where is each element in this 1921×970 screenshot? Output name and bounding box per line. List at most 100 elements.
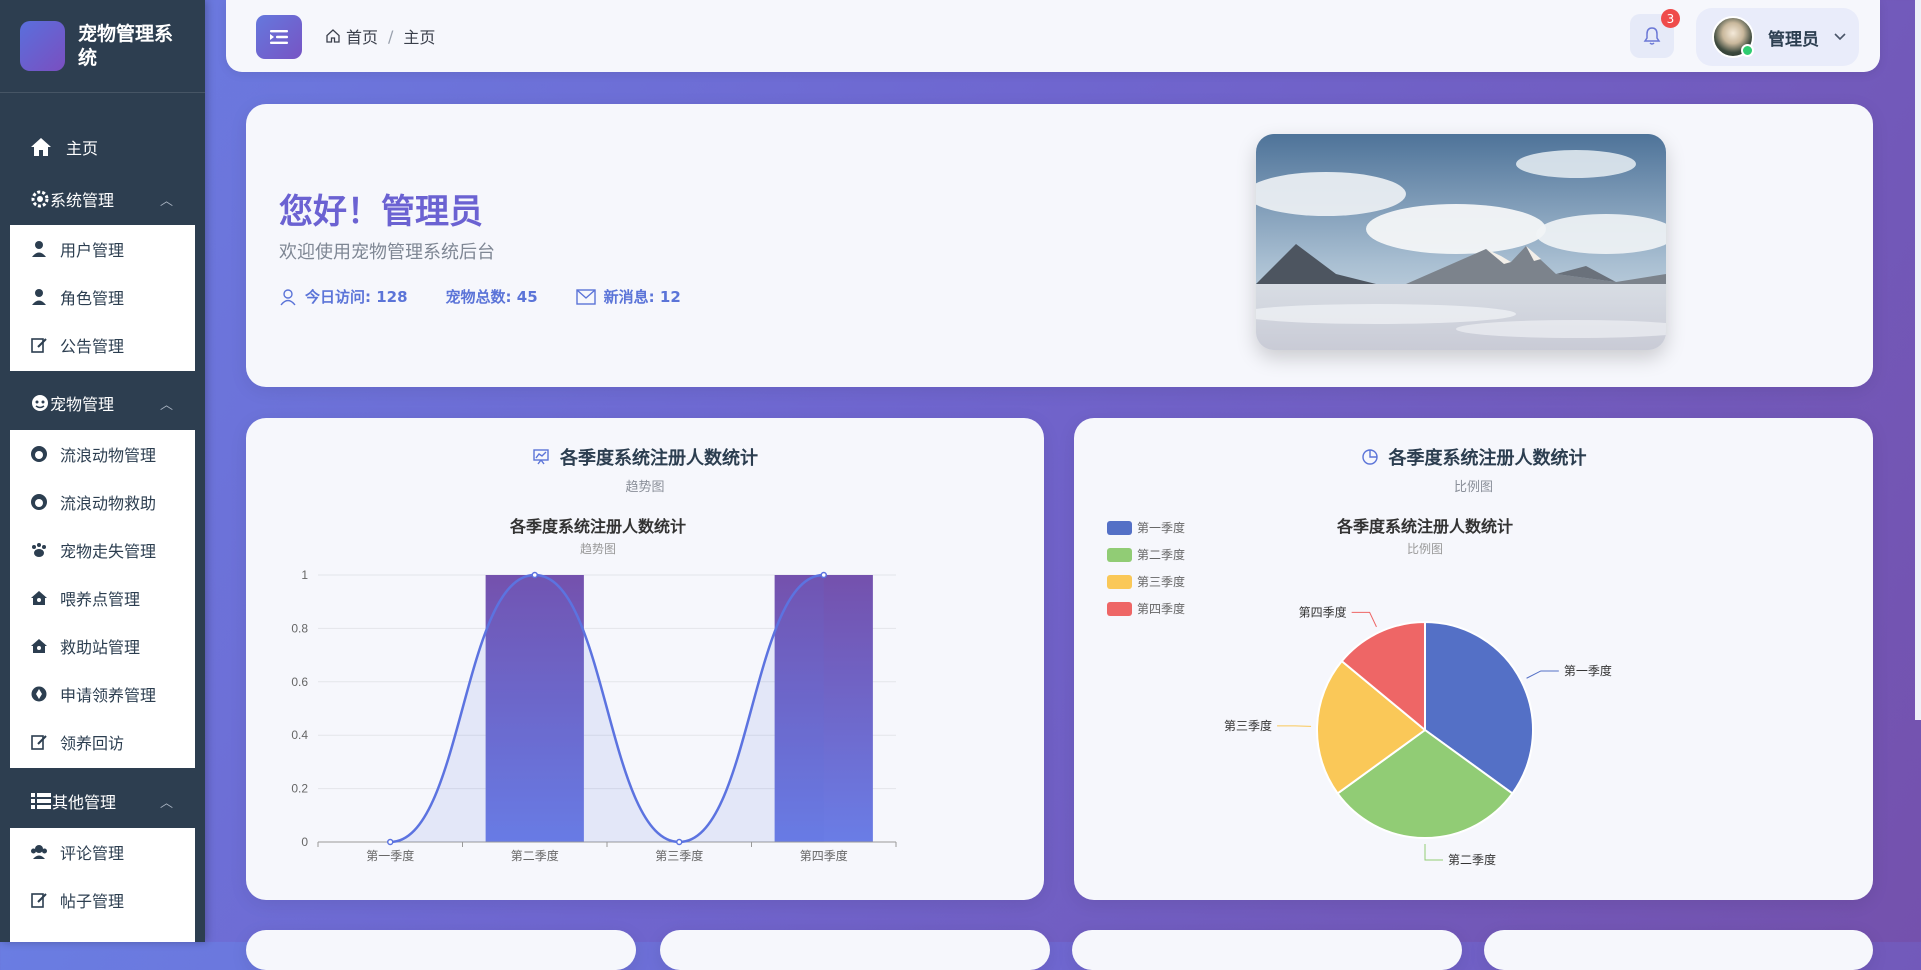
legend-swatch bbox=[1107, 575, 1132, 589]
x-tick-label: 第一季度 bbox=[366, 848, 414, 863]
brand-title: 宠物管理系统 bbox=[78, 23, 174, 69]
sidebar-item-adoption-followup[interactable]: 领养回访 bbox=[10, 718, 195, 766]
menu-toggle-button[interactable] bbox=[256, 15, 302, 59]
home-outline-icon bbox=[326, 29, 340, 43]
welcome-greeting: 您好！管理员 bbox=[279, 192, 483, 232]
sidebar-item-roles[interactable]: 角色管理 bbox=[10, 273, 195, 321]
sidebar-item-label: 用户管理 bbox=[60, 241, 125, 260]
page-scrollbar[interactable] bbox=[1915, 0, 1921, 720]
user-icon bbox=[30, 288, 48, 306]
sidebar-item-comments[interactable]: 评论管理 bbox=[10, 828, 195, 876]
sidebar-group-system[interactable]: 系统管理 ︿ bbox=[0, 178, 205, 220]
sidebar-item-label: 领养回访 bbox=[60, 734, 125, 753]
sidebar-item-notices[interactable]: 公告管理 bbox=[10, 321, 195, 369]
stat-visits-text: 今日访问: 128 bbox=[305, 288, 408, 306]
chevron-down-icon bbox=[1833, 32, 1847, 42]
y-tick-label: 0.2 bbox=[291, 782, 308, 796]
pie-label-line bbox=[1526, 670, 1559, 679]
stat-pets-text: 宠物总数: 45 bbox=[445, 288, 538, 306]
legend-label: 第三季度 bbox=[1137, 574, 1185, 589]
pie-label: 第一季度 bbox=[1564, 663, 1612, 678]
sidebar-item-label: 公告管理 bbox=[60, 337, 125, 356]
stat-messages: 新消息: 12 bbox=[575, 286, 681, 307]
submenu-system: 用户管理 角色管理 公告管理 bbox=[10, 225, 195, 371]
pie-label: 第二季度 bbox=[1448, 852, 1496, 867]
edit-icon bbox=[30, 891, 48, 909]
pie-label: 第四季度 bbox=[1299, 604, 1347, 619]
x-tick-label: 第四季度 bbox=[800, 848, 848, 863]
mail-icon bbox=[575, 288, 604, 305]
sidebar-item-users[interactable]: 用户管理 bbox=[10, 225, 195, 273]
compass-icon bbox=[30, 685, 48, 703]
legend-label: 第四季度 bbox=[1137, 601, 1185, 616]
brand-logo bbox=[20, 21, 65, 71]
legend-swatch bbox=[1107, 602, 1132, 616]
pie-label-line bbox=[1277, 725, 1312, 727]
sidebar-item-label: 主页 bbox=[66, 139, 99, 158]
pie-label-line bbox=[1351, 611, 1377, 628]
sidebar-item-home[interactable]: 主页 bbox=[0, 128, 205, 166]
y-tick-label: 0.6 bbox=[291, 675, 308, 689]
welcome-landscape-image bbox=[1256, 134, 1666, 350]
sidebar-item-label: 喂养点管理 bbox=[60, 590, 141, 609]
avatar bbox=[1712, 16, 1754, 58]
pie-label: 第三季度 bbox=[1224, 718, 1272, 733]
legend-label: 第一季度 bbox=[1137, 520, 1185, 535]
sidebar-item-label: 帖子管理 bbox=[60, 892, 125, 911]
bottom-card bbox=[1484, 930, 1873, 970]
stat-pets: 宠物总数: 45 bbox=[446, 286, 538, 307]
user-menu[interactable]: 管理员 bbox=[1696, 8, 1859, 66]
sidebar-item-adoption-requests[interactable]: 申请领养管理 bbox=[10, 670, 195, 718]
sidebar-item-rescue-stations[interactable]: 救助站管理 bbox=[10, 622, 195, 670]
x-tick-label: 第二季度 bbox=[511, 848, 559, 863]
sidebar-item-label: 流浪动物管理 bbox=[60, 446, 157, 465]
sidebar-group-pets[interactable]: 宠物管理 ︿ bbox=[0, 382, 205, 424]
y-tick-label: 0 bbox=[301, 835, 308, 849]
sidebar-item-label: 流浪动物救助 bbox=[60, 494, 157, 513]
sidebar-group-label: 其他管理 bbox=[52, 793, 117, 812]
sidebar-item-label: 角色管理 bbox=[60, 289, 125, 308]
user-outline-icon bbox=[279, 288, 305, 306]
online-status-dot bbox=[1741, 44, 1754, 57]
line-point-2 bbox=[531, 571, 538, 579]
pet-icon bbox=[30, 393, 50, 413]
house-icon bbox=[30, 589, 48, 607]
sidebar-group-label: 系统管理 bbox=[50, 191, 115, 210]
ratio-chart-card: 各季度系统注册人数统计 比例图 各季度系统注册人数统计 比例图 第一季度 第二季度 第三… bbox=[1074, 418, 1873, 900]
breadcrumb-home-link[interactable]: 首页 bbox=[346, 24, 378, 48]
bottom-card bbox=[1072, 930, 1462, 970]
sidebar-item-stray-animals[interactable]: 流浪动物管理 bbox=[10, 430, 195, 478]
chart-subtitle: 比例图 bbox=[1407, 542, 1443, 556]
sidebar-item-feeding-points[interactable]: 喂养点管理 bbox=[10, 574, 195, 622]
line-point-3 bbox=[676, 838, 683, 846]
edit-icon bbox=[30, 733, 48, 751]
pie-chart: 各季度系统注册人数统计比例图第一季度第二季度第三季度第四季度第一季度第二季度第三… bbox=[1107, 517, 1612, 867]
trend-chart-card: 各季度系统注册人数统计 趋势图 各季度系统注册人数统计 趋势图 0 0.2 0.4 0.6… bbox=[246, 418, 1044, 900]
sidebar-item-posts[interactable]: 帖子管理 bbox=[10, 876, 195, 924]
bar-line-chart: 各季度系统注册人数统计趋势图 0 0.2 0.4 0.6 0.8 1 第一季度 第二季度 第三季度… bbox=[291, 517, 897, 863]
chevron-up-icon: ︿ bbox=[159, 398, 173, 413]
top-header: 首页 / 主页 3 管理员 bbox=[226, 0, 1880, 72]
pet-face-icon bbox=[30, 445, 48, 463]
y-tick-label: 1 bbox=[301, 568, 308, 582]
sidebar-item-stray-rescue[interactable]: 流浪动物救助 bbox=[10, 478, 195, 526]
menu-fold-icon bbox=[270, 30, 288, 44]
line-point-1 bbox=[387, 838, 394, 846]
sidebar-item-lost-pets[interactable]: 宠物走失管理 bbox=[10, 526, 195, 574]
sidebar: 宠物管理系统 主页 系统管理 ︿ 用户管理 角色管理 公告管理 宠物管理 ︿ 流… bbox=[0, 0, 205, 942]
sidebar-item-label: 救助站管理 bbox=[60, 638, 141, 657]
chevron-up-icon: ︿ bbox=[159, 194, 173, 209]
sidebar-group-label: 宠物管理 bbox=[50, 395, 115, 414]
welcome-subtitle: 欢迎使用宠物管理系统后台 bbox=[279, 242, 495, 263]
x-tick-label: 第三季度 bbox=[655, 848, 703, 863]
legend-label: 第二季度 bbox=[1137, 547, 1185, 562]
submenu-other: 评论管理 帖子管理 bbox=[10, 828, 195, 942]
sidebar-item-label: 宠物走失管理 bbox=[60, 542, 157, 561]
group-icon bbox=[30, 843, 48, 861]
stat-messages-text: 新消息: 12 bbox=[603, 288, 681, 306]
house-icon bbox=[30, 637, 48, 655]
user-icon bbox=[30, 240, 48, 258]
pie-label-line bbox=[1424, 844, 1443, 861]
sidebar-group-other[interactable]: 其他管理 ︿ bbox=[0, 780, 205, 822]
breadcrumb: 首页 / 主页 bbox=[326, 24, 435, 48]
